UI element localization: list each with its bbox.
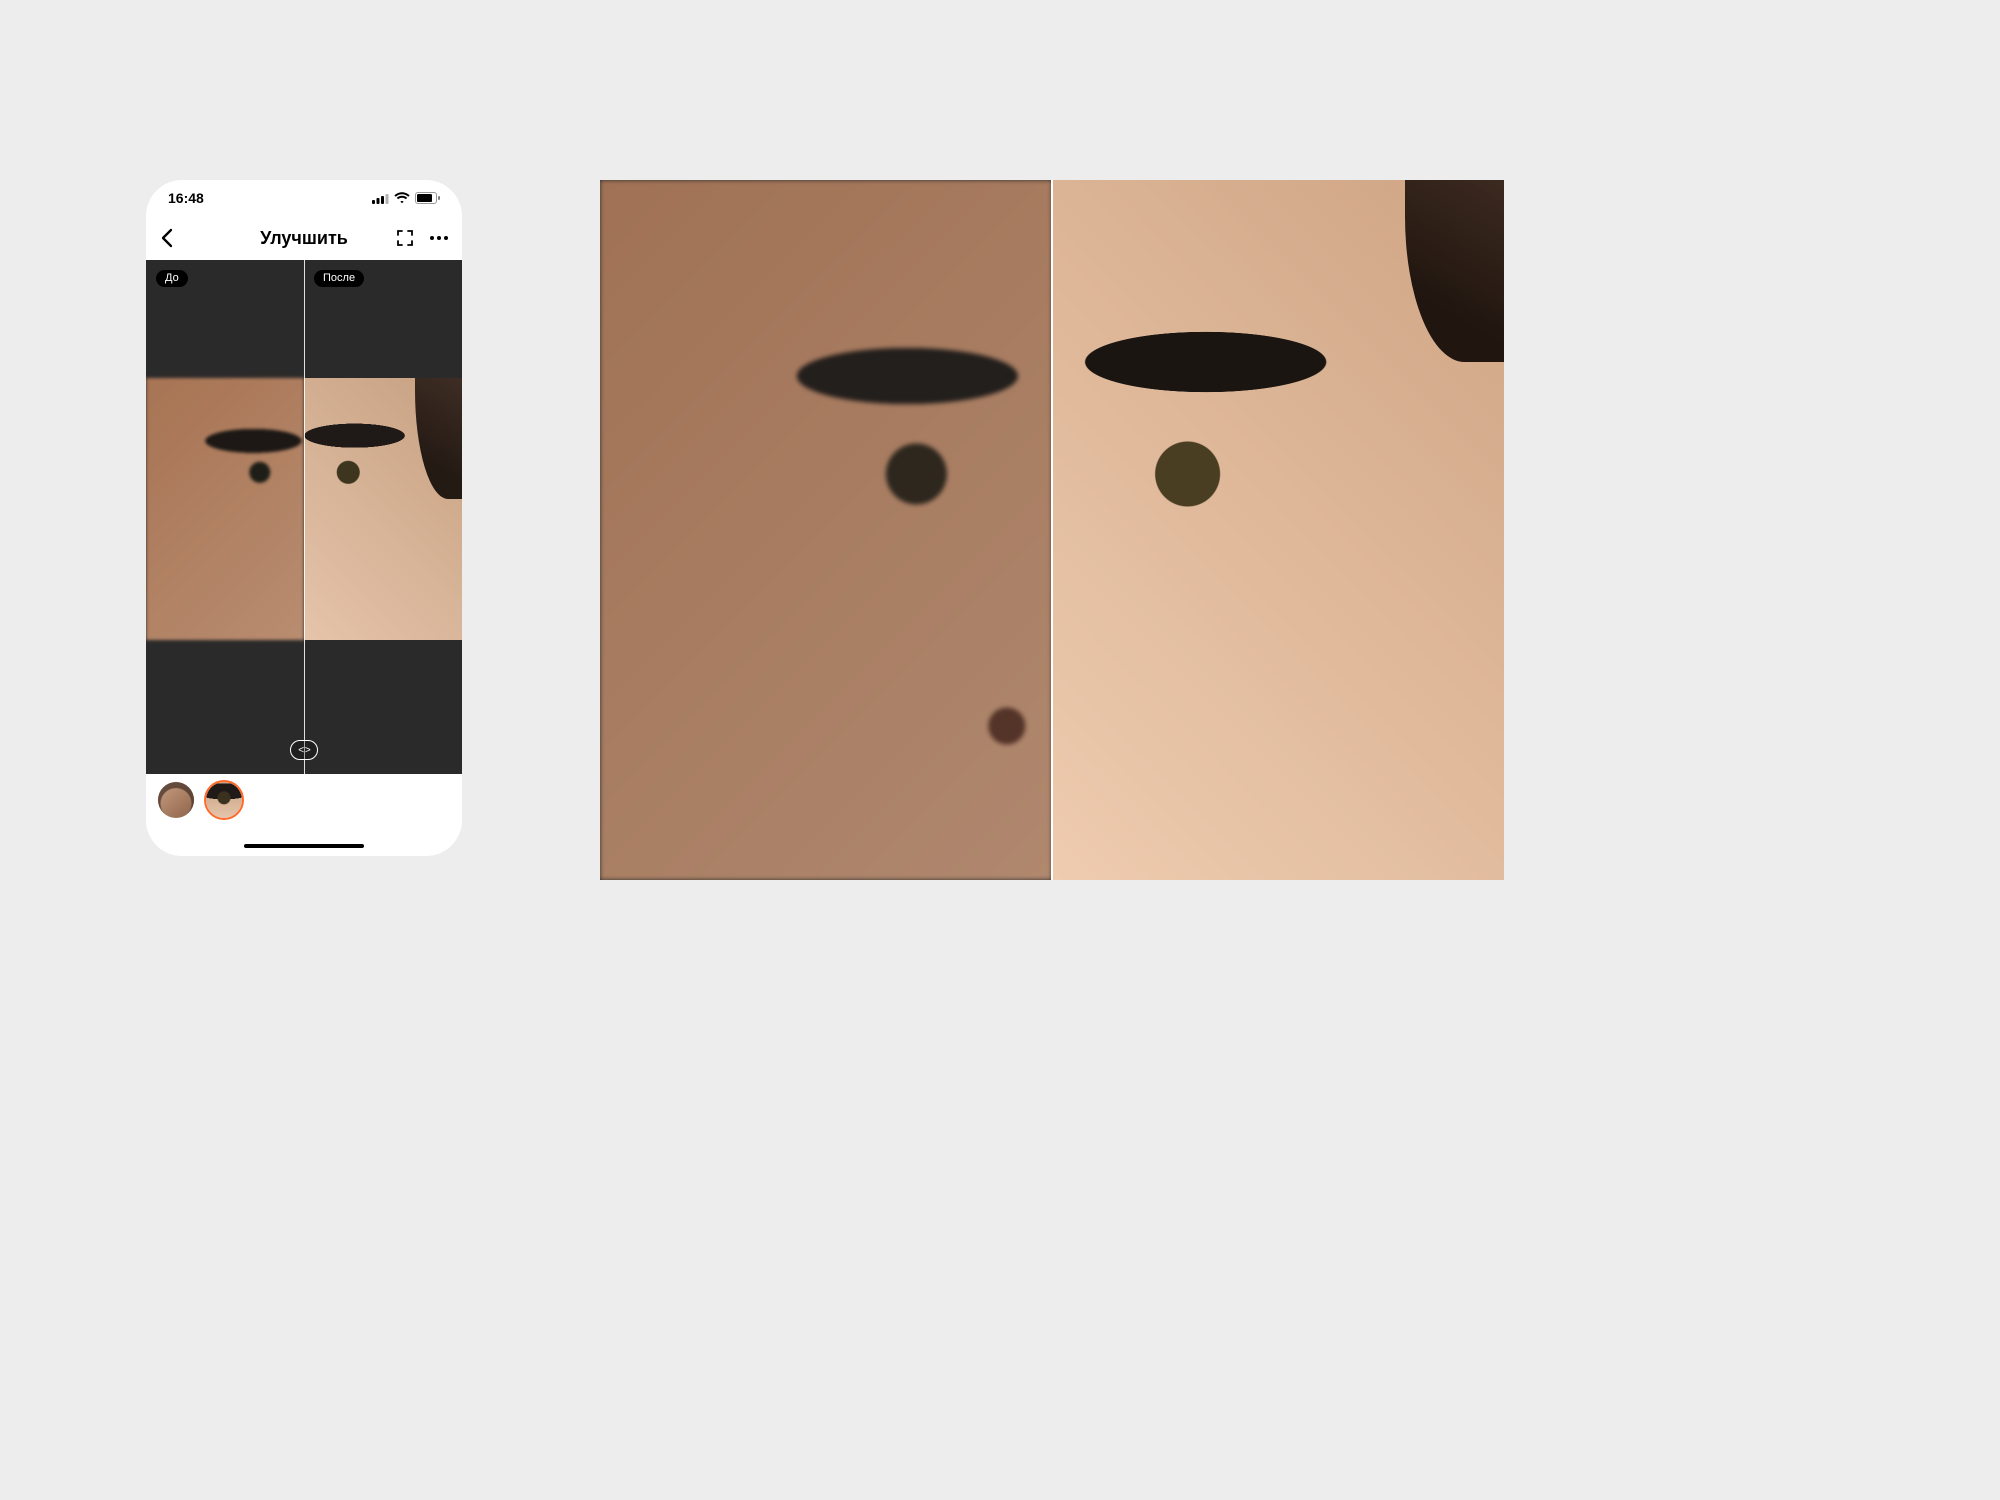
editor-after-half bbox=[304, 260, 462, 774]
before-label: До bbox=[156, 270, 188, 287]
compare-divider bbox=[304, 260, 305, 774]
editor-before-half bbox=[146, 260, 304, 774]
status-icons bbox=[372, 192, 440, 204]
compare-editor[interactable]: До После < > bbox=[146, 260, 462, 774]
after-label: После bbox=[314, 270, 364, 287]
status-bar: 16:48 bbox=[146, 180, 462, 216]
thumbnail-strip bbox=[146, 774, 462, 856]
fullscreen-icon bbox=[396, 229, 414, 247]
back-button[interactable] bbox=[160, 228, 174, 248]
comparison-large-divider bbox=[1051, 180, 1053, 880]
page-title: Улучшить bbox=[260, 228, 348, 249]
app-header: Улучшить bbox=[146, 216, 462, 260]
fullscreen-button[interactable] bbox=[396, 229, 414, 247]
phone-mockup: 16:48 Улучшить До bbox=[146, 180, 462, 856]
battery-icon bbox=[415, 192, 440, 204]
status-time: 16:48 bbox=[168, 190, 204, 206]
comparison-large-before bbox=[600, 180, 1052, 880]
more-icon bbox=[430, 236, 448, 240]
wifi-icon bbox=[394, 192, 410, 204]
chevron-left-icon bbox=[160, 228, 174, 248]
editor-before-image bbox=[146, 378, 304, 640]
thumbnail-full-face[interactable] bbox=[158, 782, 194, 818]
thumbnail-eye-zoom[interactable] bbox=[206, 782, 242, 818]
editor-after-image bbox=[304, 378, 462, 640]
compare-slider-handle[interactable]: < > bbox=[290, 740, 318, 760]
comparison-large-after bbox=[1052, 180, 1504, 880]
cellular-icon bbox=[372, 193, 389, 204]
home-indicator bbox=[244, 844, 364, 848]
comparison-large bbox=[600, 180, 1504, 880]
more-button[interactable] bbox=[430, 236, 448, 240]
